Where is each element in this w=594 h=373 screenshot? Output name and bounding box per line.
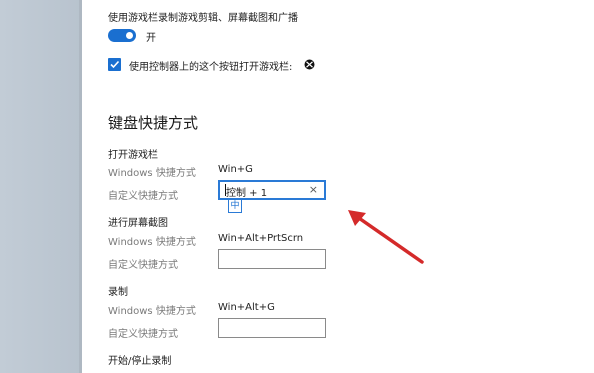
custom-shortcut-input-record[interactable]	[218, 318, 326, 338]
toggle-state-label: 开	[146, 33, 156, 44]
controller-checkbox[interactable]	[108, 58, 121, 71]
custom-shortcut-label: 自定义快捷方式	[108, 260, 178, 271]
section-title-start-stop-recording: 开始/停止录制	[108, 356, 172, 367]
windows-shortcut-value: Win+Alt+PrtScrn	[218, 233, 304, 244]
custom-shortcut-label: 自定义快捷方式	[108, 329, 178, 340]
toggle-knob	[126, 32, 133, 39]
section-title-record: 录制	[108, 287, 128, 298]
section-title-screenshot: 进行屏幕截图	[108, 218, 168, 229]
annotation-arrow-icon	[348, 210, 424, 264]
xbox-icon	[304, 59, 315, 70]
custom-shortcut-value: 控制 + 1	[226, 188, 268, 199]
windows-shortcut-value: Win+Alt+G	[218, 302, 275, 313]
windows-shortcut-label: Windows 快捷方式	[108, 237, 196, 248]
controller-checkbox-label: 使用控制器上的这个按钮打开游戏栏:	[129, 62, 293, 73]
custom-shortcut-label: 自定义快捷方式	[108, 191, 178, 202]
record-toggle[interactable]	[108, 29, 136, 42]
navigation-pane	[0, 0, 82, 373]
ime-indicator: 中	[228, 199, 242, 213]
clear-button[interactable]: ×	[309, 183, 318, 196]
windows-shortcut-label: Windows 快捷方式	[108, 306, 196, 317]
record-setting-label: 使用游戏栏录制游戏剪辑、屏幕截图和广播	[108, 13, 298, 24]
windows-shortcut-value: Win+G	[218, 164, 253, 175]
custom-shortcut-input-screenshot[interactable]	[218, 249, 326, 269]
custom-shortcut-input-open-game-bar[interactable]: 控制 + 1 ×	[218, 180, 326, 200]
windows-shortcut-label: Windows 快捷方式	[108, 168, 196, 179]
shortcuts-heading: 键盘快捷方式	[108, 114, 199, 132]
settings-content: 使用游戏栏录制游戏剪辑、屏幕截图和广播 开 使用控制器上的这个按钮打开游戏栏: …	[82, 0, 594, 373]
section-title-open-game-bar: 打开游戏栏	[108, 150, 158, 161]
